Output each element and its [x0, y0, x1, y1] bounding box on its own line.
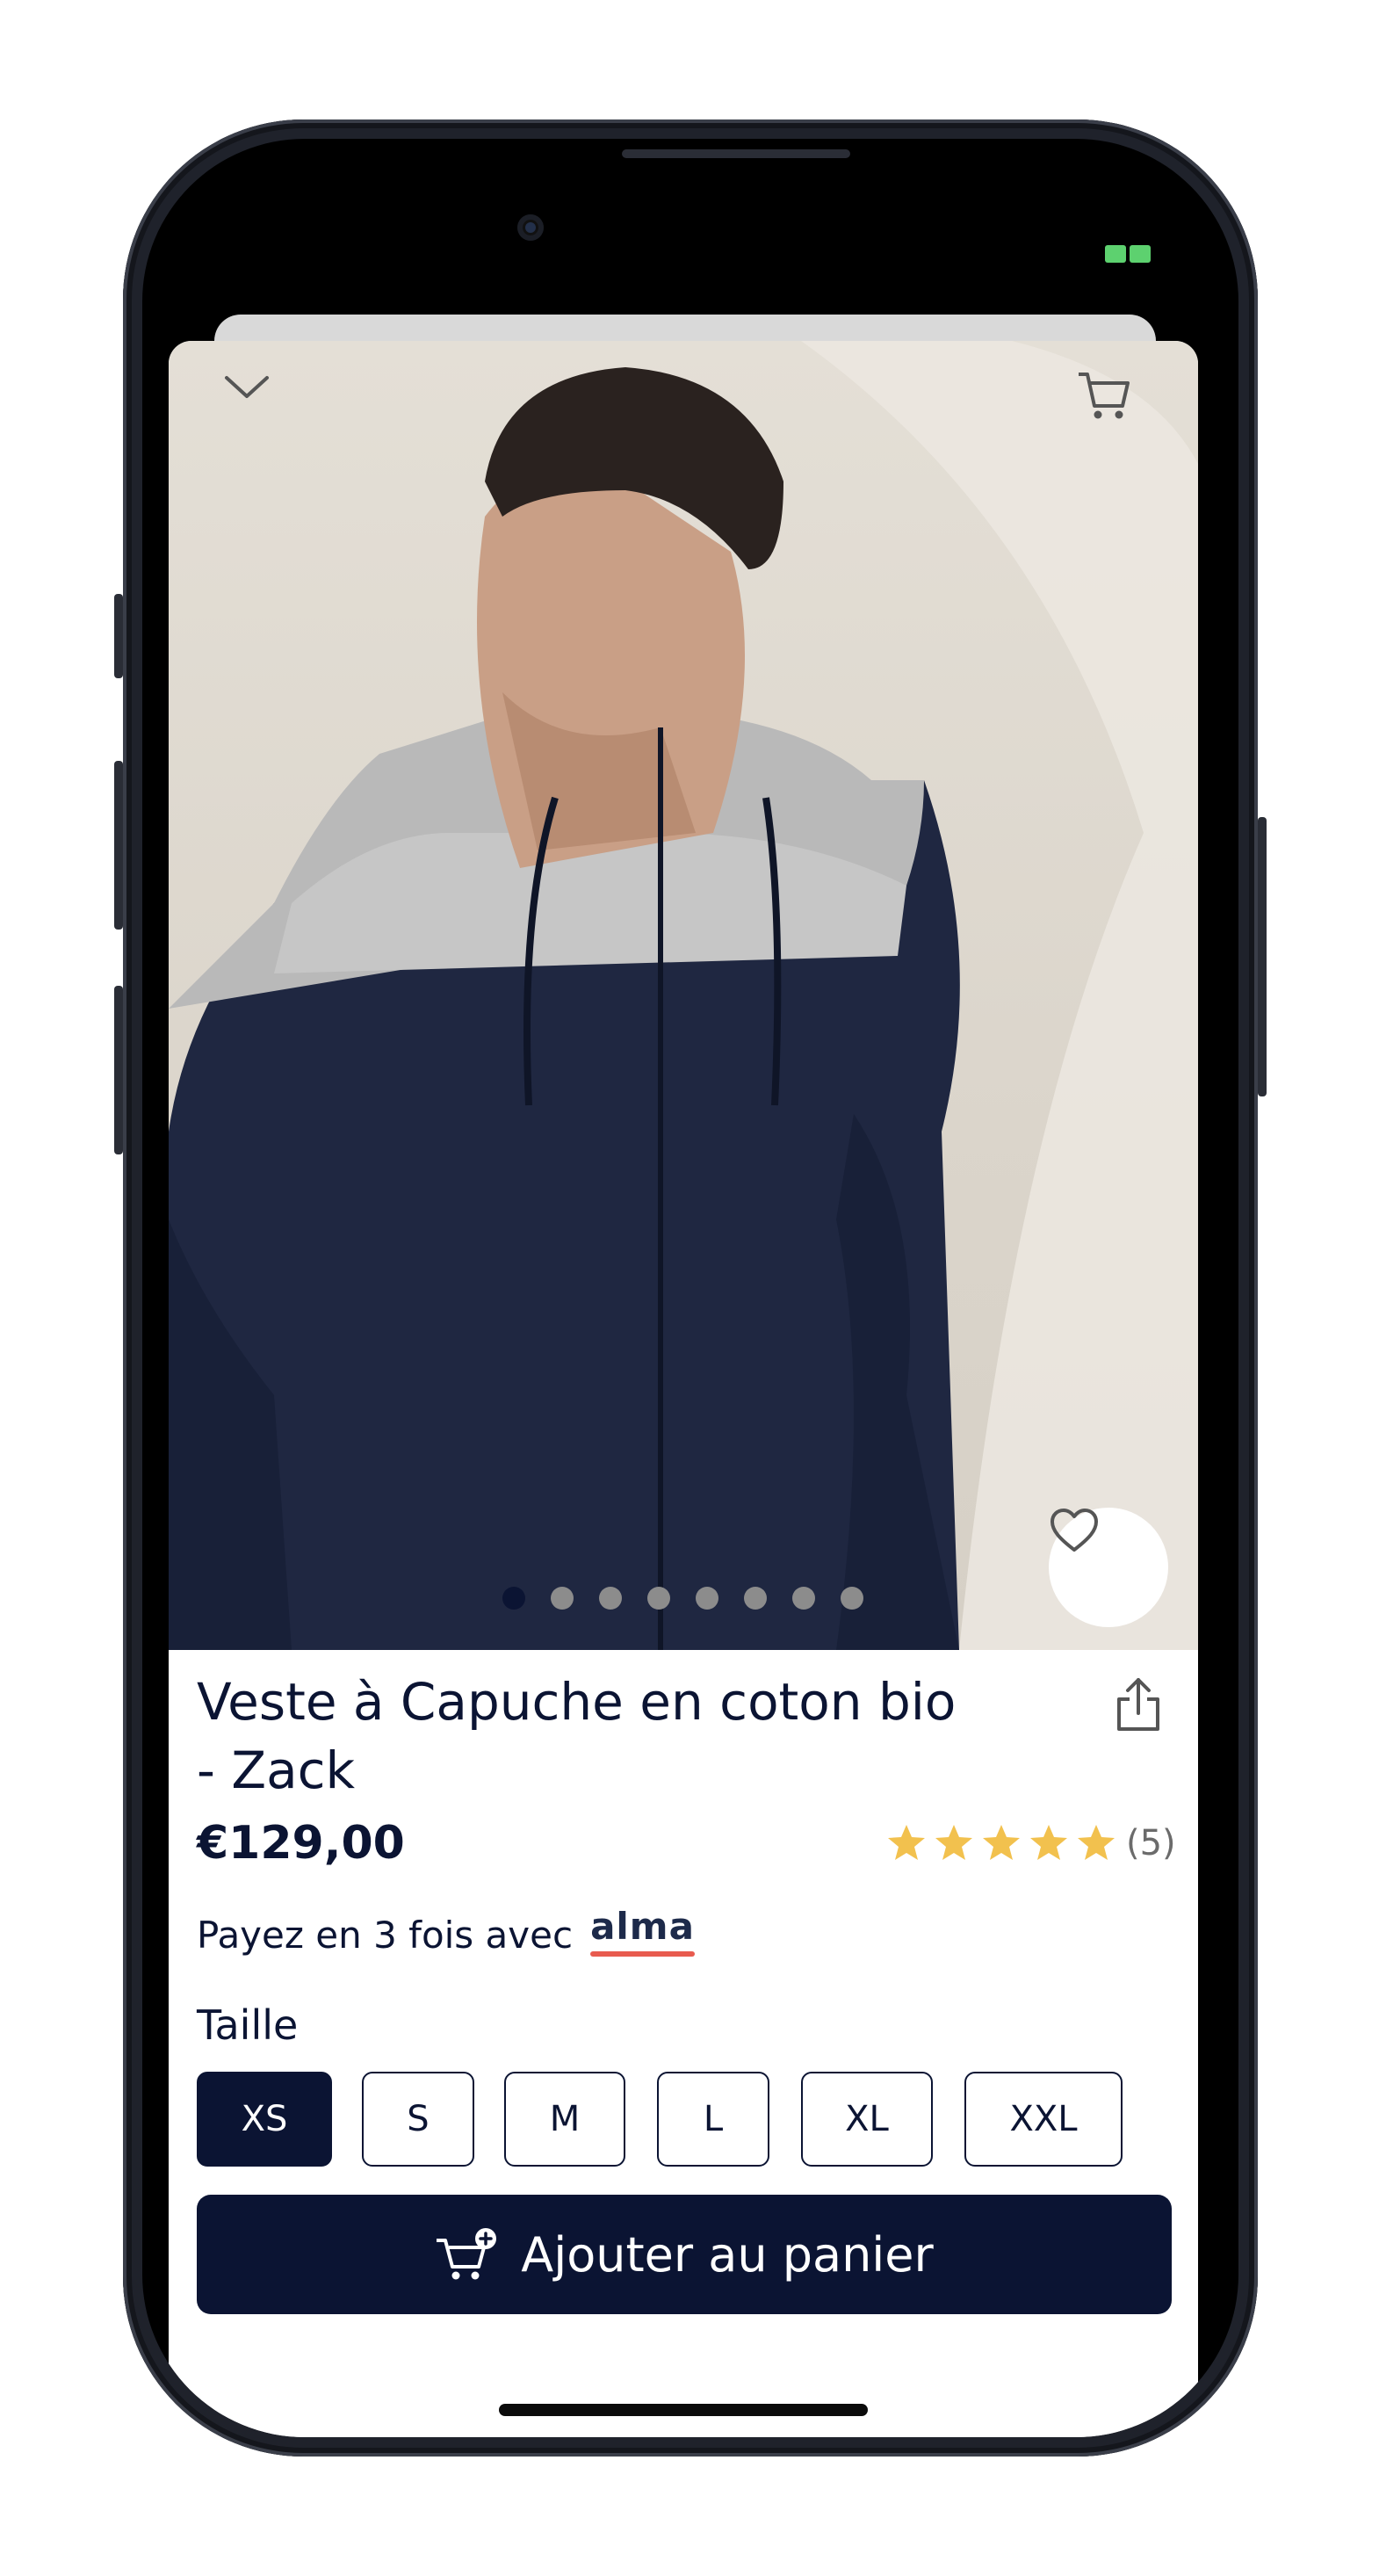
size-option-m[interactable]: M [504, 2072, 625, 2167]
battery-icon [1105, 244, 1152, 264]
front-camera [517, 214, 544, 241]
volume-down-button [114, 986, 123, 1154]
gallery-dot[interactable] [696, 1587, 718, 1610]
product-details: Veste à Capuche en coton bio - Zack €129… [169, 1650, 1198, 2437]
screen: Veste à Capuche en coton bio - Zack €129… [142, 139, 1238, 2437]
cart-plus-icon [437, 2228, 497, 2280]
add-to-cart-label: Ajouter au panier [521, 2226, 934, 2283]
star-icon [935, 1825, 972, 1860]
size-option-xxl[interactable]: XXL [964, 2072, 1123, 2167]
star-icon [1030, 1825, 1067, 1860]
add-to-cart-button[interactable]: Ajouter au panier [197, 2195, 1172, 2314]
gallery-pagination [502, 1587, 863, 1610]
product-rating[interactable]: (5) [885, 1822, 1176, 1864]
phone-frame: Veste à Capuche en coton bio - Zack €129… [114, 119, 1267, 2457]
rating-count: (5) [1126, 1823, 1176, 1863]
size-option-xl[interactable]: XL [801, 2072, 933, 2167]
installments-text: Payez en 3 fois avec [197, 1914, 574, 1957]
product-price: €129,00 [197, 1817, 405, 1870]
product-sheet: Veste à Capuche en coton bio - Zack €129… [169, 341, 1198, 2437]
star-icon [983, 1825, 1020, 1860]
gallery-dot[interactable] [502, 1587, 525, 1610]
mute-switch [114, 594, 123, 678]
installments-info: Payez en 3 fois avec alma [197, 1905, 695, 1957]
size-option-xs[interactable]: XS [197, 2072, 332, 2167]
heart-icon [1050, 1509, 1098, 1552]
alma-logo: alma [590, 1905, 695, 1957]
gallery-dot[interactable] [647, 1587, 670, 1610]
product-title-line2: - Zack [197, 1740, 356, 1800]
size-option-s[interactable]: S [362, 2072, 474, 2167]
size-option-l[interactable]: L [657, 2072, 769, 2167]
star-icon [1078, 1825, 1115, 1860]
favorite-button[interactable] [1049, 1508, 1168, 1627]
speaker-grille [622, 149, 850, 158]
cart-icon[interactable] [1075, 367, 1137, 429]
gallery-dot[interactable] [551, 1587, 574, 1610]
gallery-dot[interactable] [599, 1587, 622, 1610]
share-icon[interactable] [1110, 1675, 1166, 1734]
product-photo [169, 341, 1198, 1650]
volume-up-button [114, 761, 123, 930]
gallery-dot[interactable] [744, 1587, 767, 1610]
power-button [1258, 817, 1267, 1096]
product-title: Veste à Capuche en coton bio - Zack [197, 1668, 1040, 1805]
star-icon [888, 1825, 925, 1860]
gallery-dot[interactable] [792, 1587, 815, 1610]
product-title-line1: Veste à Capuche en coton bio [197, 1672, 957, 1732]
gallery-dot[interactable] [841, 1587, 863, 1610]
product-image-gallery[interactable] [169, 341, 1198, 1650]
size-label: Taille [197, 2001, 299, 2049]
chevron-down-icon[interactable] [223, 373, 285, 434]
home-indicator[interactable] [499, 2404, 868, 2416]
